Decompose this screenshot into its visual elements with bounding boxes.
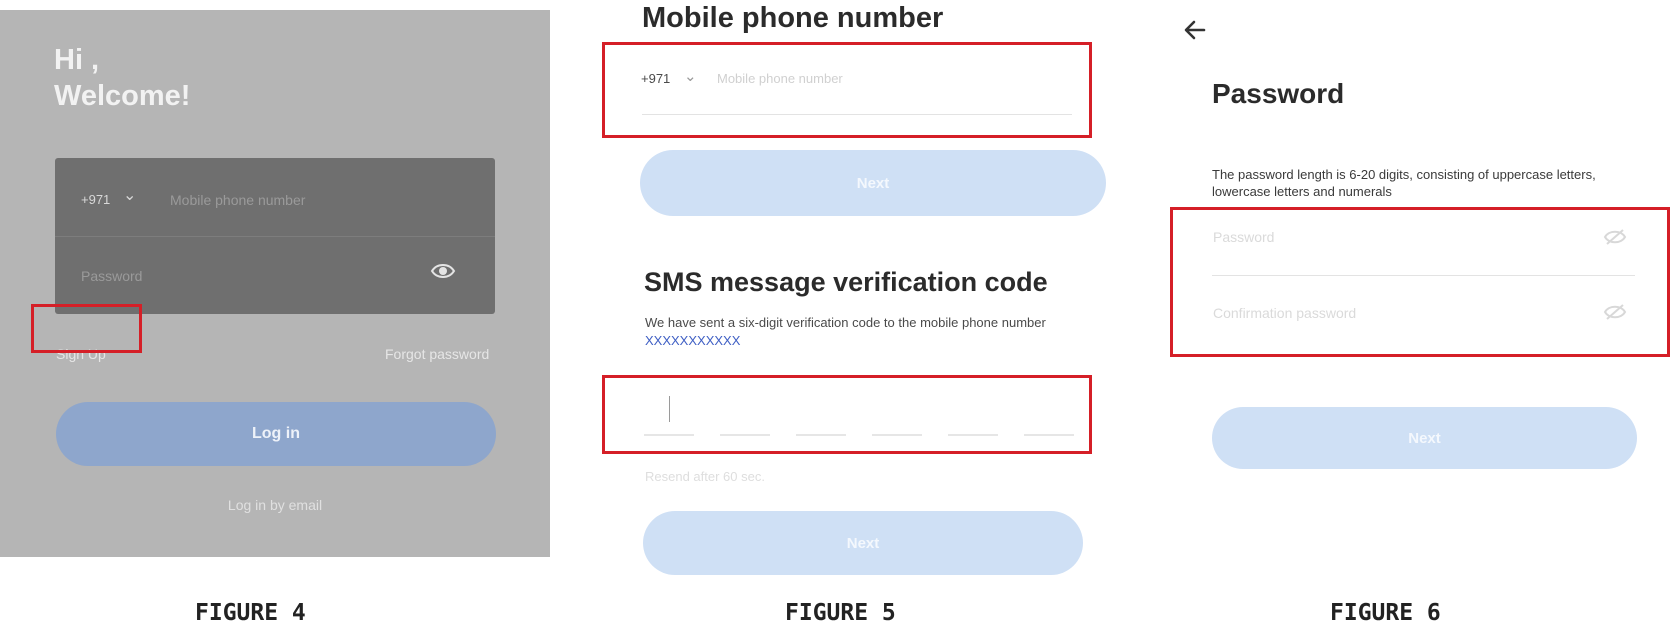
text-cursor: [669, 396, 670, 422]
sms-verification-title: SMS message verification code: [644, 267, 1048, 297]
code-digit-6[interactable]: [1024, 434, 1074, 436]
back-arrow-icon[interactable]: [1182, 18, 1208, 42]
country-code-selector[interactable]: +971: [641, 71, 670, 86]
masked-phone-number: XXXXXXXXXXX: [645, 333, 741, 348]
login-button[interactable]: Log in: [56, 402, 496, 466]
password-title: Password: [1212, 78, 1345, 109]
code-digit-1[interactable]: [644, 434, 694, 436]
figure-4-login-screen: Hi , Welcome! +971 ⌄ Mobile phone number…: [0, 10, 550, 557]
eye-icon[interactable]: [430, 260, 456, 282]
code-digit-4[interactable]: [872, 434, 922, 436]
forgot-password-link[interactable]: Forgot password: [385, 346, 489, 362]
sms-description: We have sent a six-digit verification co…: [645, 315, 1046, 348]
caption-figure-5: FIGURE 5: [785, 600, 896, 626]
phone-underline: [642, 114, 1072, 115]
password-input[interactable]: Password: [1213, 229, 1274, 245]
resend-countdown: Resend after 60 sec.: [645, 469, 765, 484]
caption-figure-6: FIGURE 6: [1330, 600, 1441, 626]
mobile-number-title: Mobile phone number: [642, 2, 944, 34]
password-underline: [1212, 275, 1635, 276]
highlight-box-sign-up: [31, 304, 142, 353]
highlight-box-phone: [602, 42, 1092, 138]
greeting-hi: Hi ,: [54, 44, 100, 76]
next-button-code[interactable]: Next: [643, 511, 1083, 575]
chevron-down-icon[interactable]: ⌄: [123, 185, 136, 205]
highlight-box-code: [602, 375, 1092, 454]
password-rules: The password length is 6-20 digits, cons…: [1212, 167, 1596, 199]
chevron-down-icon[interactable]: ⌄: [684, 67, 697, 85]
code-digit-5[interactable]: [948, 434, 998, 436]
code-digit-2[interactable]: [720, 434, 770, 436]
greeting-welcome: Welcome!: [54, 80, 191, 112]
login-by-email-link[interactable]: Log in by email: [0, 497, 550, 513]
caption-figure-4: FIGURE 4: [195, 600, 306, 626]
phone-number-input[interactable]: Mobile phone number: [170, 192, 305, 208]
password-input[interactable]: Password: [81, 268, 142, 284]
eye-off-icon[interactable]: [1603, 227, 1627, 247]
confirm-password-input[interactable]: Confirmation password: [1213, 305, 1356, 321]
login-form-panel: +971 ⌄ Mobile phone number Password: [55, 158, 495, 314]
eye-off-icon[interactable]: [1603, 302, 1627, 322]
figure-6-password-screen: Password The password length is 6-20 dig…: [1160, 0, 1675, 560]
phone-number-input[interactable]: Mobile phone number: [717, 71, 843, 86]
figure-5-register-screen: Mobile phone number +971 ⌄ Mobile phone …: [560, 0, 1150, 575]
field-divider: [55, 236, 495, 237]
next-button-phone[interactable]: Next: [640, 150, 1106, 216]
country-code-selector[interactable]: +971: [81, 192, 110, 207]
next-button-password[interactable]: Next: [1212, 407, 1637, 469]
code-digit-3[interactable]: [796, 434, 846, 436]
